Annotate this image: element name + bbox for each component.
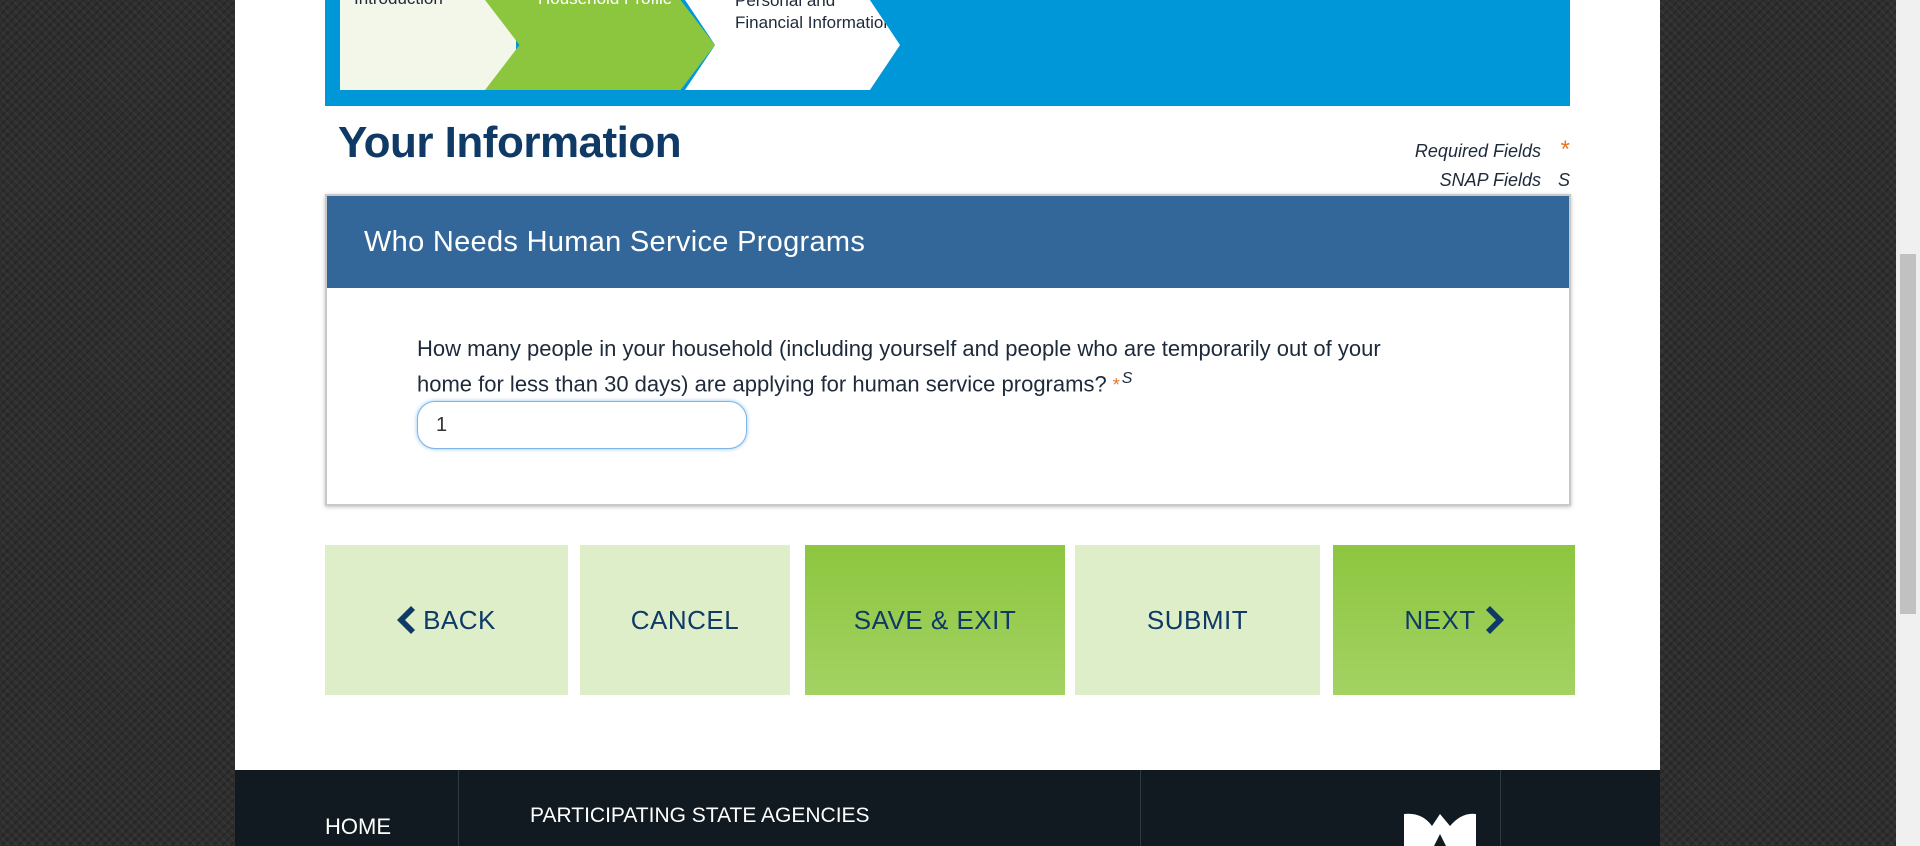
footer-agencies-link[interactable]: PARTICIPATING STATE AGENCIES	[530, 804, 870, 828]
required-asterisk-icon: *	[1560, 136, 1570, 163]
field-legend: Required Fields * SNAP Fields S	[1415, 135, 1570, 195]
snap-mark-icon: S	[1557, 170, 1570, 190]
submit-button[interactable]: SUBMIT	[1075, 545, 1320, 695]
chevron-left-icon	[397, 606, 416, 634]
legend-required: Required Fields *	[1415, 135, 1570, 165]
household-section-card: Who Needs Human Service Programs How man…	[325, 194, 1571, 506]
cancel-button[interactable]: CANCEL	[580, 545, 790, 695]
legend-snap-label: SNAP Fields	[1439, 170, 1541, 190]
chevron-right-icon	[1485, 606, 1504, 634]
submit-button-label: SUBMIT	[1146, 604, 1249, 635]
cancel-button-label: CANCEL	[630, 604, 740, 635]
snap-mark-icon: S	[1121, 370, 1133, 387]
save-exit-button[interactable]: SAVE & EXIT	[805, 545, 1065, 695]
section-header: Who Needs Human Service Programs	[327, 196, 1569, 288]
required-asterisk-icon: *	[1112, 375, 1120, 396]
next-button-label: NEXT	[1404, 604, 1476, 635]
save-exit-button-label: SAVE & EXIT	[853, 604, 1017, 635]
household-count-input[interactable]	[417, 401, 747, 449]
step-household-profile[interactable]: Household Profile	[485, 0, 715, 90]
page-title: Your Information	[338, 118, 682, 167]
household-question-text: How many people in your household (inclu…	[417, 336, 1381, 397]
legend-snap: SNAP Fields S	[1415, 165, 1570, 195]
next-button[interactable]: NEXT	[1333, 545, 1575, 695]
legend-required-label: Required Fields	[1414, 141, 1541, 161]
state-logo-icon	[1404, 813, 1476, 846]
step-personal-financial[interactable]: Personal and Financial Information	[685, 0, 900, 90]
step-introduction[interactable]: Introduction	[340, 0, 516, 90]
household-question: How many people in your household (inclu…	[417, 334, 1437, 400]
page-container: Introduction Household Profile Personal …	[235, 0, 1660, 846]
step-personal-financial-label: Personal and Financial Information	[735, 0, 893, 32]
footer-home-link[interactable]: HOME	[325, 814, 391, 840]
page-scrollbar[interactable]	[1896, 0, 1920, 846]
site-footer: HOME PARTICIPATING STATE AGENCIES	[235, 770, 1660, 846]
scrollbar-thumb[interactable]	[1900, 254, 1916, 614]
back-button-label: BACK	[423, 604, 496, 635]
progress-stepper: Introduction Household Profile Personal …	[325, 0, 1570, 106]
back-button[interactable]: BACK	[325, 545, 568, 695]
